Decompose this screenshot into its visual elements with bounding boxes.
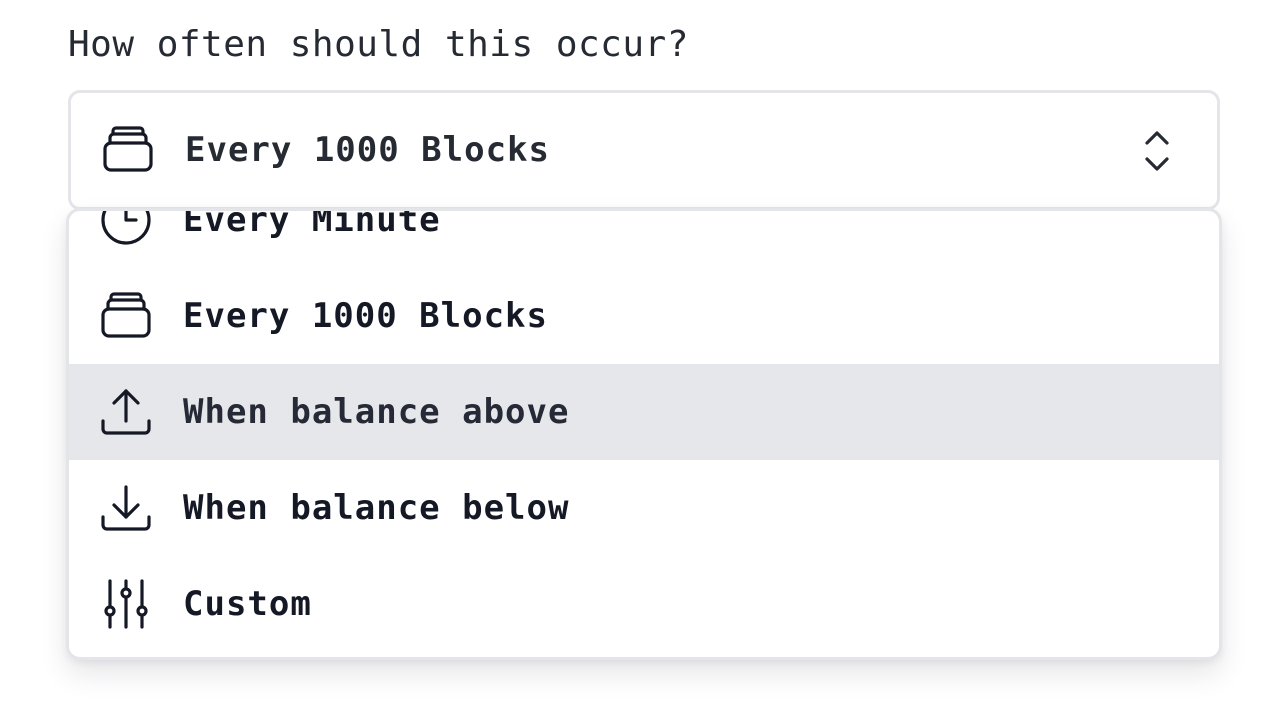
option-label: When balance below <box>183 488 570 528</box>
option-label: When balance above <box>183 392 570 432</box>
sliders-icon <box>99 577 153 631</box>
chevron-up-down-icon <box>1145 131 1169 171</box>
option-label: Every 1000 Blocks <box>183 296 548 336</box>
option-label: Every Minute <box>183 208 441 240</box>
option-label: Custom <box>183 584 312 624</box>
blocks-stack-icon <box>101 123 155 177</box>
option-when-balance-above[interactable]: When balance above <box>69 364 1219 460</box>
option-every-minute[interactable]: Every Minute <box>69 208 1219 268</box>
option-every-1000-blocks[interactable]: Every 1000 Blocks <box>69 268 1219 364</box>
upload-arrow-icon <box>99 385 153 439</box>
clock-icon <box>99 211 153 247</box>
option-custom[interactable]: Custom <box>69 556 1219 652</box>
blocks-stack-icon <box>99 289 153 343</box>
download-arrow-icon <box>99 481 153 535</box>
frequency-dropdown-menu[interactable]: Every Minute Every 1000 Blocks When bala… <box>66 208 1222 660</box>
question-label: How often should this occur? <box>68 24 689 65</box>
option-when-balance-below[interactable]: When balance below <box>69 460 1219 556</box>
options-list: Every Minute Every 1000 Blocks When bala… <box>69 208 1219 652</box>
frequency-select[interactable]: Every 1000 Blocks <box>68 90 1220 210</box>
selected-value: Every 1000 Blocks <box>185 130 550 170</box>
